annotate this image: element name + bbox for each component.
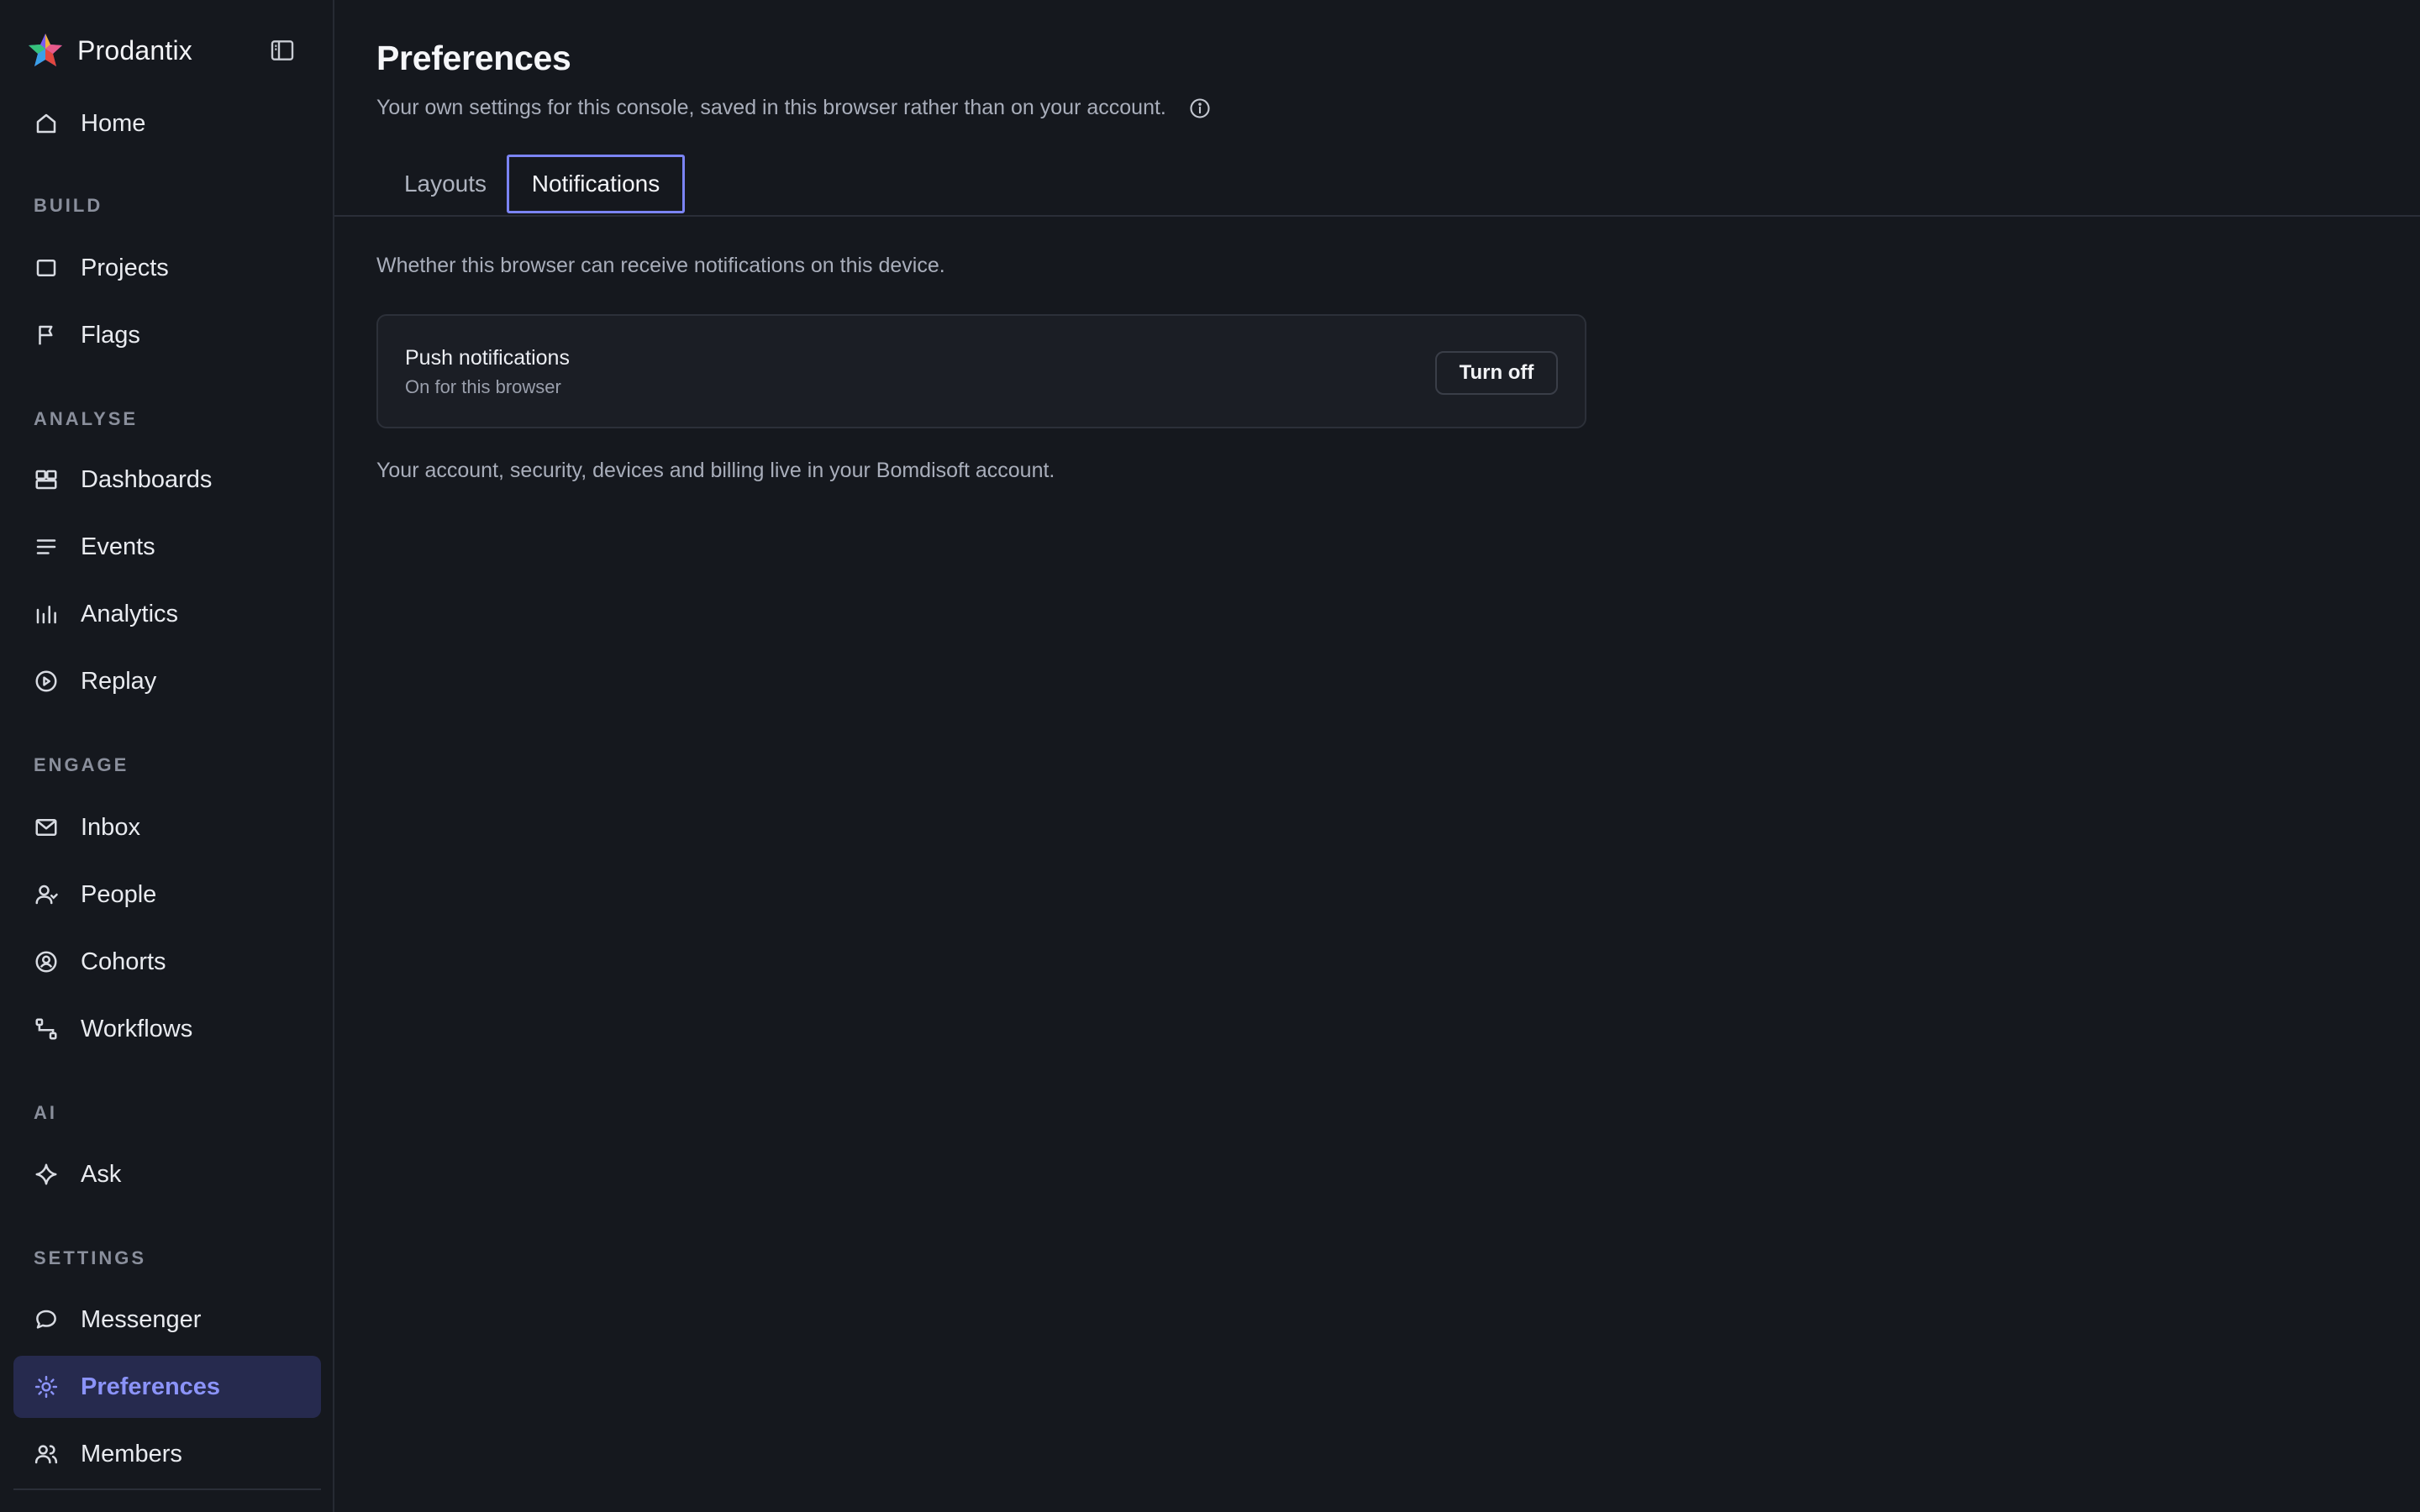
- section-label-ai: AI: [34, 1102, 57, 1123]
- mail-icon: [34, 815, 59, 840]
- brand[interactable]: Prodantix: [27, 32, 192, 69]
- sidebar-item-analytics[interactable]: Analytics: [13, 583, 321, 645]
- sidebar-item-cohorts[interactable]: Cohorts: [13, 931, 321, 993]
- sidebar-item-label: Projects: [81, 254, 169, 281]
- play-circle-icon: [34, 669, 59, 694]
- sidebar-item-label: Analytics: [81, 600, 179, 627]
- user-icon: [34, 882, 59, 907]
- users-icon: [34, 1441, 59, 1467]
- notifications-description: Whether this browser can receive notific…: [376, 254, 945, 277]
- sun-icon: [34, 1374, 59, 1399]
- sidebar-item-label: Messenger: [81, 1305, 202, 1333]
- section-label-engage: ENGAGE: [34, 754, 129, 775]
- tab-layouts[interactable]: Layouts: [395, 155, 496, 213]
- tab-notifications[interactable]: Notifications: [507, 155, 685, 213]
- sidebar-item-workflows[interactable]: Workflows: [13, 998, 321, 1060]
- push-notifications-card: Push notifications On for this browser T…: [376, 314, 1586, 428]
- section-label-build: BUILD: [34, 195, 103, 216]
- sidebar-item-projects[interactable]: Projects: [13, 237, 321, 299]
- sidebar-item-label: Preferences: [81, 1373, 221, 1400]
- main-content: Preferences Your own settings for this c…: [334, 0, 2420, 1512]
- sidebar-toggle-button[interactable]: [267, 35, 297, 66]
- sidebar-item-dashboards[interactable]: Dashboards: [13, 449, 321, 511]
- sidebar-item-flags[interactable]: Flags: [13, 304, 321, 366]
- sidebar-item-label: Replay: [81, 667, 157, 695]
- info-icon[interactable]: [1188, 97, 1212, 120]
- square-icon: [34, 255, 59, 281]
- sidebar-item-label: Members: [81, 1440, 182, 1467]
- home-icon: [34, 111, 59, 136]
- sidebar-item-label: Cohorts: [81, 948, 166, 975]
- sidebar-item-messenger[interactable]: Messenger: [13, 1289, 321, 1351]
- sidebar-item-label: Ask: [81, 1160, 122, 1188]
- sidebar-item-label: Workflows: [81, 1015, 193, 1042]
- workflow-icon: [34, 1016, 59, 1042]
- sidebar-item-events[interactable]: Events: [13, 516, 321, 578]
- sidebar-item-label: Inbox: [81, 813, 140, 841]
- account-note: Your account, security, devices and bill…: [376, 459, 1055, 482]
- turn-off-button[interactable]: Turn off: [1435, 351, 1558, 395]
- page-subtitle-text: Your own settings for this console, save…: [376, 96, 1166, 119]
- dashboard-icon: [34, 467, 59, 492]
- brand-logo-icon: [27, 32, 64, 69]
- page-subtitle: Your own settings for this console, save…: [376, 96, 1212, 120]
- sidebar-item-home[interactable]: Home: [13, 92, 321, 155]
- sidebar-item-inbox[interactable]: Inbox: [13, 796, 321, 858]
- sidebar-divider: [13, 1488, 321, 1490]
- section-label-settings: SETTINGS: [34, 1247, 147, 1268]
- sidebar-item-label: Events: [81, 533, 155, 560]
- sidebar-item-label: Dashboards: [81, 465, 213, 493]
- sidebar-toggle-icon: [269, 37, 296, 64]
- card-status: On for this browser: [405, 376, 561, 397]
- sidebar-item-label: Flags: [81, 321, 140, 349]
- brand-name: Prodantix: [77, 34, 192, 66]
- bar-chart-icon: [34, 601, 59, 627]
- sidebar-item-replay[interactable]: Replay: [13, 650, 321, 712]
- app-root: Prodantix Home BUILD Projects Flags ANAL…: [0, 0, 2420, 1512]
- section-label-analyse: ANALYSE: [34, 408, 139, 429]
- tab-bar: Layouts Notifications: [334, 153, 2420, 217]
- sidebar-item-members[interactable]: Members: [13, 1423, 321, 1485]
- sidebar-item-preferences[interactable]: Preferences: [13, 1356, 321, 1418]
- sparkle-icon: [34, 1162, 59, 1187]
- sidebar-item-label: People: [81, 880, 157, 908]
- list-icon: [34, 534, 59, 559]
- flag-icon: [34, 323, 59, 348]
- sidebar-item-ask[interactable]: Ask: [13, 1143, 321, 1205]
- sidebar-item-label: Home: [81, 109, 146, 137]
- sidebar: Prodantix Home BUILD Projects Flags ANAL…: [0, 0, 334, 1512]
- cohort-icon: [34, 949, 59, 974]
- card-title: Push notifications: [405, 346, 570, 370]
- sidebar-item-people[interactable]: People: [13, 864, 321, 926]
- page-title: Preferences: [376, 39, 571, 77]
- chat-icon: [34, 1307, 59, 1332]
